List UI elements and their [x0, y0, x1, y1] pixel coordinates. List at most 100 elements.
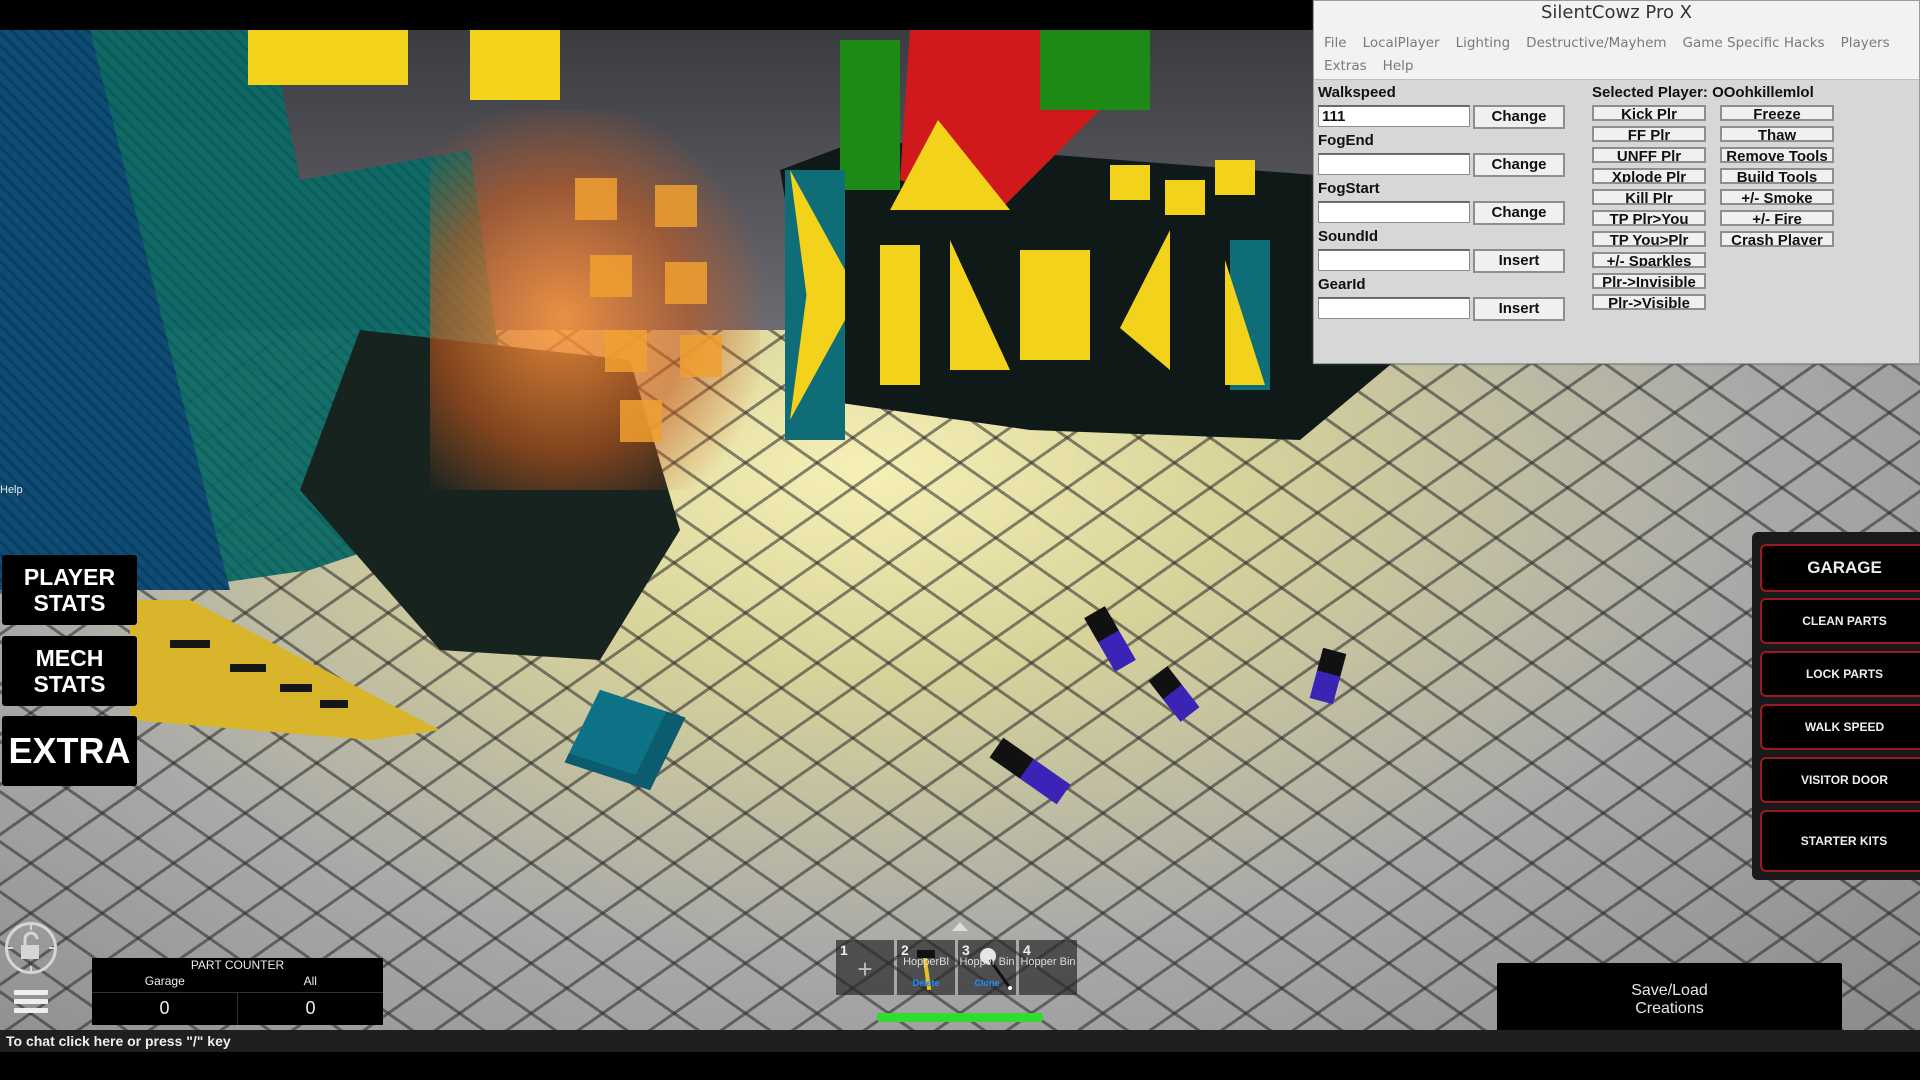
extra-label: EXTRA [8, 730, 131, 771]
lock-parts-label: LOCK PARTS [1805, 667, 1884, 681]
mech-part [880, 245, 920, 385]
hotbar-slot-4[interactable]: 4 Hopper Bin [1019, 940, 1077, 995]
ramp-slot [280, 684, 312, 692]
soundid-input[interactable] [1318, 249, 1470, 271]
save-load-label-line1: Save/Load [1631, 981, 1708, 999]
toggle-sparkles-button[interactable]: +/- Sparkles [1592, 252, 1706, 268]
fire-effect [430, 110, 760, 490]
mech-part [1110, 165, 1150, 200]
build-tools-button[interactable]: Build Tools [1720, 168, 1834, 184]
starter-kits-button[interactable]: STARTER KITS [1760, 810, 1920, 872]
kill-player-button[interactable]: Kill Plr [1592, 189, 1706, 205]
player-stats-button[interactable]: PLAYER STATS [2, 555, 137, 625]
crash-player-button[interactable]: Crash Player [1720, 231, 1834, 247]
garage-button[interactable]: GARAGE [1760, 544, 1920, 592]
thaw-button[interactable]: Thaw [1720, 126, 1834, 142]
mech-stats-button[interactable]: MECH STATS [2, 636, 137, 706]
walkspeed-label: Walkspeed [1318, 84, 1396, 101]
mech-stats-label-line1: MECH [35, 645, 104, 671]
hotbar-slot-3[interactable]: 3 Hopper Bin Clone [958, 940, 1016, 995]
menu-players[interactable]: Players [1841, 35, 1890, 51]
unlock-icon[interactable] [5, 922, 57, 974]
save-load-creations-button[interactable]: Save/Load Creations [1497, 963, 1842, 1036]
fire-block [605, 330, 647, 372]
gearid-input[interactable] [1318, 297, 1470, 319]
menu-hamburger-icon[interactable] [14, 990, 48, 1014]
fogend-input[interactable] [1318, 153, 1470, 175]
mech-part [1215, 160, 1255, 195]
visitor-door-label: VISITOR DOOR [1800, 773, 1889, 787]
fogend-change-button[interactable]: Change [1473, 153, 1565, 177]
tp-player-to-you-button[interactable]: TP Plr>You [1592, 210, 1706, 226]
kick-player-button[interactable]: Kick Plr [1592, 105, 1706, 121]
gearid-insert-button[interactable]: Insert [1473, 297, 1565, 321]
mech-part-green [840, 40, 900, 190]
clean-parts-button[interactable]: CLEAN PARTS [1760, 598, 1920, 644]
slot-name: Hopper Bin [959, 956, 1015, 968]
letterbox-bottom [0, 1052, 1920, 1080]
menu-lighting[interactable]: Lighting [1456, 35, 1511, 51]
menu-extras[interactable]: Extras [1324, 58, 1367, 74]
ramp-slot [170, 640, 210, 648]
walk-speed-button[interactable]: WALK SPEED [1760, 704, 1920, 750]
ramp-slot [230, 664, 266, 672]
plus-icon: + [857, 954, 873, 984]
mech-stats-label-line2: STATS [33, 671, 106, 697]
player-stats-label-line2: STATS [33, 590, 106, 616]
toggle-fire-button[interactable]: +/- Fire [1720, 210, 1834, 226]
fire-block [665, 262, 707, 304]
remove-tools-button[interactable]: Remove Tools [1720, 147, 1834, 163]
fogstart-label: FogStart [1318, 180, 1380, 197]
walkspeed-input[interactable] [1318, 105, 1470, 127]
walkspeed-change-button[interactable]: Change [1473, 105, 1565, 129]
menu-file[interactable]: File [1324, 35, 1347, 51]
window-body: Walkspeed Change FogEnd Change FogStart … [1314, 80, 1919, 370]
chat-bar[interactable]: To chat click here or press "/" key [0, 1030, 1920, 1052]
slot-name: HopperBl [903, 956, 949, 968]
walk-speed-label: WALK SPEED [1804, 720, 1885, 734]
help-link[interactable]: Help [0, 484, 23, 496]
menu-localplayer[interactable]: LocalPlayer [1363, 35, 1440, 51]
soundid-insert-button[interactable]: Insert [1473, 249, 1565, 273]
fogstart-change-button[interactable]: Change [1473, 201, 1565, 225]
freeze-button[interactable]: Freeze [1720, 105, 1834, 121]
ramp-slot [320, 700, 348, 708]
fogstart-input[interactable] [1318, 201, 1470, 223]
clean-parts-label: CLEAN PARTS [1802, 614, 1887, 628]
part-counter: PART COUNTER Garage All 0 0 [92, 958, 383, 1025]
hotbar-slot-2[interactable]: 2 HopperBl Delete [897, 940, 955, 995]
fire-block [590, 255, 632, 297]
settings-fields: Walkspeed Change FogEnd Change FogStart … [1318, 84, 1578, 324]
part-counter-all-header: All [237, 972, 383, 993]
hotbar-slot-1[interactable]: 1 + [836, 940, 894, 995]
backpack-toggle-arrow-icon[interactable] [952, 922, 968, 931]
lock-parts-button[interactable]: LOCK PARTS [1760, 651, 1920, 697]
player-actions-col1: Kick Plr FF Plr UNFF Plr Xplode Plr Kill… [1592, 105, 1706, 310]
player-stats-label-line1: PLAYER [23, 564, 116, 590]
window-title: SilentCowz Pro X [1314, 1, 1919, 27]
slot-subtitle: Delete [912, 978, 940, 988]
save-load-label-line2: Creations [1635, 999, 1704, 1017]
player-invisible-button[interactable]: Plr->Invisible [1592, 273, 1706, 289]
selected-player-label: Selected Player: OOohkillemlol [1592, 84, 1814, 101]
visitor-door-button[interactable]: VISITOR DOOR [1760, 757, 1920, 803]
slot-name: Hopper Bin [1020, 956, 1076, 968]
unff-player-button[interactable]: UNFF Plr [1592, 147, 1706, 163]
extra-button[interactable]: EXTRA [2, 716, 137, 786]
menu-destructive[interactable]: Destructive/Mayhem [1526, 35, 1666, 51]
garage-label: GARAGE [1807, 558, 1882, 577]
toggle-smoke-button[interactable]: +/- Smoke [1720, 189, 1834, 205]
menu-help[interactable]: Help [1383, 58, 1414, 74]
menu-game-specific[interactable]: Game Specific Hacks [1683, 35, 1825, 51]
player-visible-button[interactable]: Plr->Visible [1592, 294, 1706, 310]
ff-player-button[interactable]: FF Plr [1592, 126, 1706, 142]
xplode-player-button[interactable]: Xplode Plr [1592, 168, 1706, 184]
mech-part [248, 30, 408, 85]
fogend-label: FogEnd [1318, 132, 1374, 149]
gearid-label: GearId [1318, 276, 1366, 293]
tp-you-to-player-button[interactable]: TP You>Plr [1592, 231, 1706, 247]
menu-bar: File LocalPlayer Lighting Destructive/Ma… [1314, 27, 1919, 80]
right-side-menu: GARAGE CLEAN PARTS LOCK PARTS WALK SPEED… [1752, 532, 1920, 880]
starter-kits-label: STARTER KITS [1800, 834, 1888, 848]
part-counter-title: PART COUNTER [190, 958, 285, 972]
